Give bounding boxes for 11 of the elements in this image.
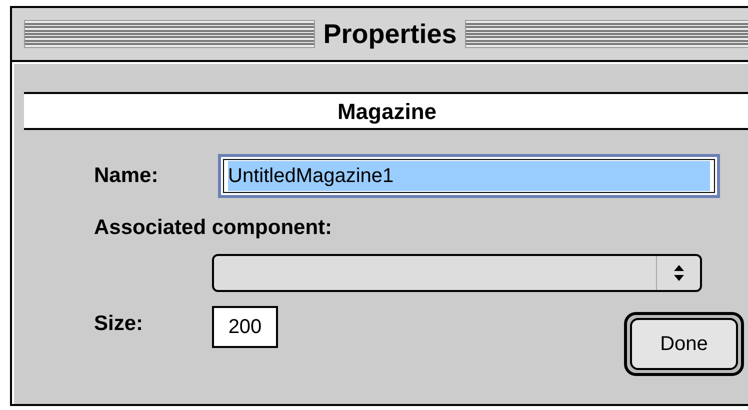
component-label: Associated component:: [94, 215, 334, 241]
window-title: Properties: [323, 18, 457, 51]
name-label: Name:: [94, 163, 160, 190]
component-dropdown[interactable]: [212, 254, 702, 292]
up-down-arrows-icon: [672, 264, 684, 282]
name-value: UntitledMagazine1: [228, 161, 710, 191]
size-field[interactable]: 200: [212, 306, 278, 348]
done-button[interactable]: Done: [630, 318, 738, 370]
size-label: Size:: [94, 310, 144, 336]
name-field[interactable]: UntitledMagazine1: [218, 154, 720, 198]
section-title: Magazine: [337, 98, 437, 126]
